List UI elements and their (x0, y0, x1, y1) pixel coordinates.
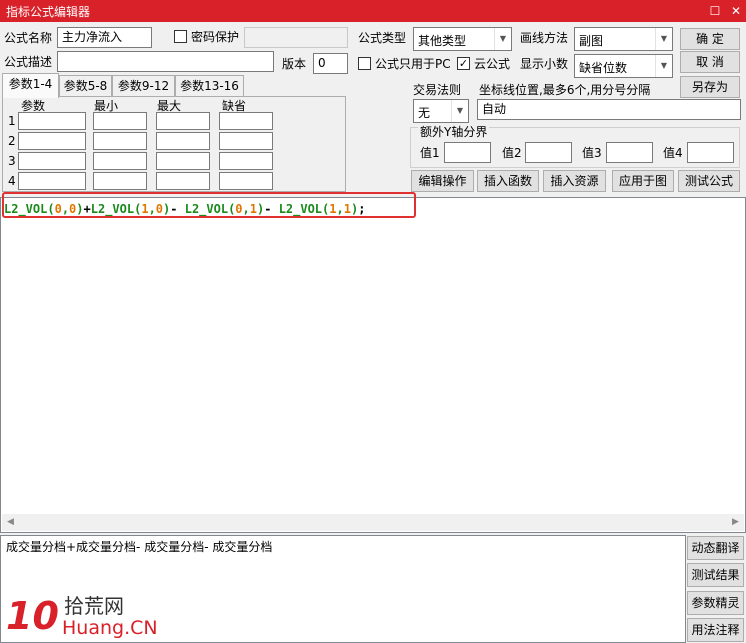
watermark-logo: 10 拾荒网 Huang.CN (6, 594, 186, 642)
param-row-number: 2 (8, 134, 16, 148)
formula-name-label: 公式名称 (4, 31, 53, 45)
y-value-label: 值4 (663, 146, 683, 160)
chevron-down-icon: ▼ (494, 28, 511, 50)
param-name-input[interactable] (18, 152, 86, 170)
params-panel: 参数 最小 最大 缺省 1 2 3 4 (2, 96, 346, 192)
formula-type-label: 公式类型 (358, 31, 407, 45)
trade-rule-select[interactable]: 无 ▼ (413, 99, 469, 123)
param-min-input[interactable] (93, 152, 147, 170)
close-icon[interactable]: ✕ (726, 1, 746, 21)
tab-params-13-16[interactable]: 参数13-16 (175, 75, 244, 97)
param-default-input[interactable] (219, 132, 273, 150)
cloud-label: 云公式 (474, 57, 511, 71)
pc-only-label: 公式只用于PC (375, 57, 451, 71)
y-value-1-input[interactable] (444, 142, 491, 163)
title-bar: 指标公式编辑器 ☐ ✕ (0, 0, 746, 22)
param-row-number: 3 (8, 154, 16, 168)
formula-editor[interactable]: L2_VOL(0,0)+L2_VOL(1,0)- L2_VOL(0,1)- L2… (0, 192, 746, 533)
window-title: 指标公式编辑器 (6, 5, 91, 19)
draw-method-value: 副图 (579, 34, 604, 48)
param-row-number: 4 (8, 174, 16, 188)
trade-rule-label: 交易法则 (413, 83, 462, 97)
trade-rule-value: 无 (418, 106, 431, 120)
translation-text: 成交量分档+成交量分档- 成交量分档- 成交量分档 (6, 540, 273, 554)
param-name-input[interactable] (18, 112, 86, 130)
highlight-box (2, 192, 416, 218)
param-min-input[interactable] (93, 132, 147, 150)
y-value-label: 值3 (582, 146, 602, 160)
coord-line-input[interactable]: 自动 (477, 99, 741, 120)
apply-to-chart-button[interactable]: 应用于图 (612, 170, 674, 192)
param-max-input[interactable] (156, 172, 210, 190)
insert-resource-button[interactable]: 插入资源 (543, 170, 606, 192)
password-checkbox[interactable] (174, 30, 187, 43)
decimals-value: 缺省位数 (579, 61, 628, 75)
param-min-input[interactable] (93, 172, 147, 190)
tab-params-5-8[interactable]: 参数5-8 (59, 75, 112, 97)
param-default-input[interactable] (219, 172, 273, 190)
param-default-input[interactable] (219, 152, 273, 170)
test-formula-button[interactable]: 测试公式 (678, 170, 740, 192)
cancel-button[interactable]: 取 消 (680, 51, 740, 73)
decimals-select[interactable]: 缺省位数 ▼ (574, 54, 673, 78)
watermark-logo-mark: 10 (6, 594, 59, 638)
test-result-button[interactable]: 测试结果 (687, 563, 744, 587)
extra-y-axis-label: 额外Y轴分界 (418, 124, 490, 140)
version-label: 版本 (282, 57, 307, 71)
formula-desc-input[interactable] (57, 51, 274, 72)
param-name-input[interactable] (18, 172, 86, 190)
version-input[interactable]: 0 (313, 53, 348, 74)
param-max-input[interactable] (156, 152, 210, 170)
param-max-input[interactable] (156, 112, 210, 130)
save-as-button[interactable]: 另存为 (680, 76, 740, 98)
formula-name-input[interactable]: 主力净流入 (57, 27, 152, 48)
insert-function-button[interactable]: 插入函数 (477, 170, 539, 192)
password-input[interactable] (244, 27, 348, 48)
y-value-label: 值1 (420, 146, 440, 160)
decimals-label: 显示小数 (520, 57, 569, 71)
param-min-input[interactable] (93, 112, 147, 130)
param-wizard-button[interactable]: 参数精灵 (687, 591, 744, 615)
chevron-down-icon: ▼ (655, 55, 672, 77)
edit-operation-button[interactable]: 编辑操作 (411, 170, 474, 192)
password-label: 密码保护 (191, 30, 240, 44)
y-value-label: 值2 (502, 146, 522, 160)
watermark-en-text: Huang.CN (62, 617, 158, 639)
coord-line-label: 坐标线位置,最多6个,用分号分隔 (479, 83, 651, 97)
param-name-input[interactable] (18, 132, 86, 150)
horizontal-scrollbar[interactable]: ◀ ▶ (2, 514, 744, 531)
chevron-down-icon: ▼ (451, 100, 468, 122)
tab-params-9-12[interactable]: 参数9-12 (112, 75, 175, 97)
chevron-down-icon: ▼ (655, 28, 672, 50)
y-value-3-input[interactable] (606, 142, 653, 163)
restore-icon[interactable]: ☐ (705, 1, 725, 21)
scroll-right-icon[interactable]: ▶ (727, 514, 744, 531)
pc-only-checkbox[interactable] (358, 57, 371, 70)
dynamic-translate-button[interactable]: 动态翻译 (687, 536, 744, 560)
usage-notes-button[interactable]: 用法注释 (687, 618, 744, 642)
y-value-4-input[interactable] (687, 142, 734, 163)
param-max-input[interactable] (156, 132, 210, 150)
ok-button[interactable]: 确 定 (680, 28, 740, 50)
formula-type-value: 其他类型 (418, 34, 467, 48)
param-default-input[interactable] (219, 112, 273, 130)
watermark-cn-text: 拾荒网 (64, 594, 124, 618)
y-value-2-input[interactable] (525, 142, 572, 163)
tab-params-1-4[interactable]: 参数1-4 (2, 73, 59, 98)
formula-desc-label: 公式描述 (4, 55, 53, 69)
draw-method-select[interactable]: 副图 ▼ (574, 27, 673, 51)
formula-type-select[interactable]: 其他类型 ▼ (413, 27, 512, 51)
scroll-left-icon[interactable]: ◀ (2, 514, 19, 531)
draw-method-label: 画线方法 (520, 31, 569, 45)
translation-output: 成交量分档+成交量分档- 成交量分档- 成交量分档 10 拾荒网 Huang.C… (0, 535, 686, 643)
param-row-number: 1 (8, 114, 16, 128)
cloud-checkbox[interactable]: ✓ (457, 57, 470, 70)
